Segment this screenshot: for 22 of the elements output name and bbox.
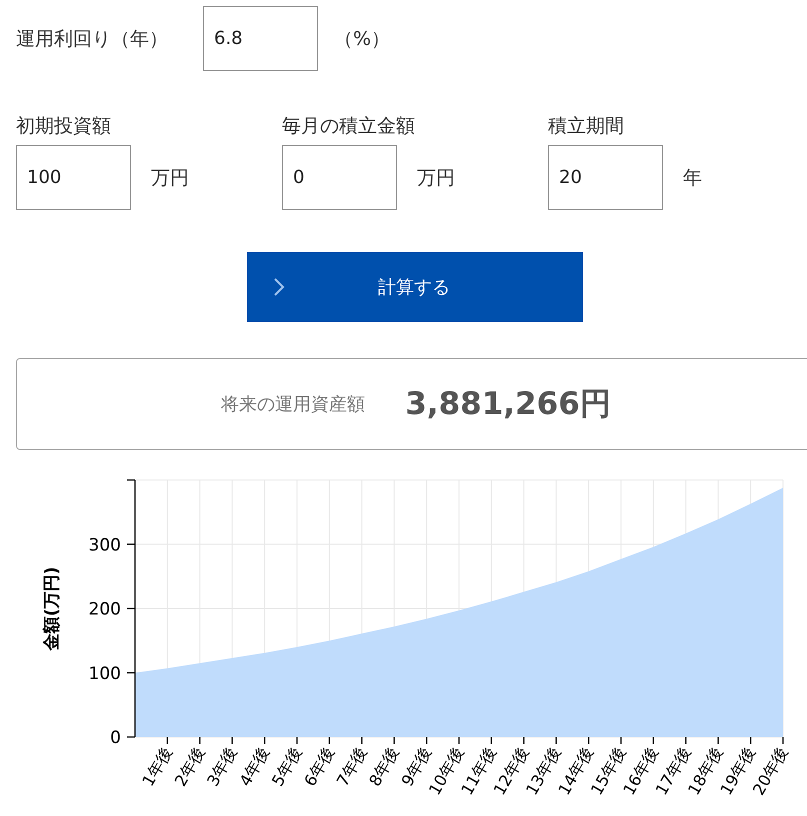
result-value: 3,881,266円 <box>405 385 611 424</box>
y-tick-label: 100 <box>88 664 121 684</box>
unit-label: 万円 <box>151 166 189 190</box>
field-label: 毎月の積立金額 <box>282 114 416 139</box>
y-axis-title: 金額(万円) <box>42 566 62 650</box>
input-field[interactable]: 6.8 <box>203 6 318 71</box>
y-tick-label: 300 <box>88 535 121 556</box>
calculate-button[interactable]: 計算する <box>247 252 583 322</box>
unit-label: 万円 <box>417 166 455 190</box>
x-tick-label: 1年後 <box>138 744 176 790</box>
result-label: 将来の運用資産額 <box>221 393 366 416</box>
input-field[interactable]: 0 <box>282 145 397 210</box>
input-field[interactable]: 100 <box>16 145 131 210</box>
chevron-icon <box>273 277 285 297</box>
field-label: 積立期間 <box>548 114 625 139</box>
y-tick-label: 0 <box>110 728 121 748</box>
field-label: 運用利回り（年） <box>16 26 169 52</box>
y-tick-label: 200 <box>88 600 121 620</box>
input-field[interactable]: 20 <box>548 145 663 210</box>
field-label: 初期投資額 <box>16 114 112 139</box>
unit-label: 年 <box>683 166 702 190</box>
unit-label: （%） <box>334 26 390 52</box>
